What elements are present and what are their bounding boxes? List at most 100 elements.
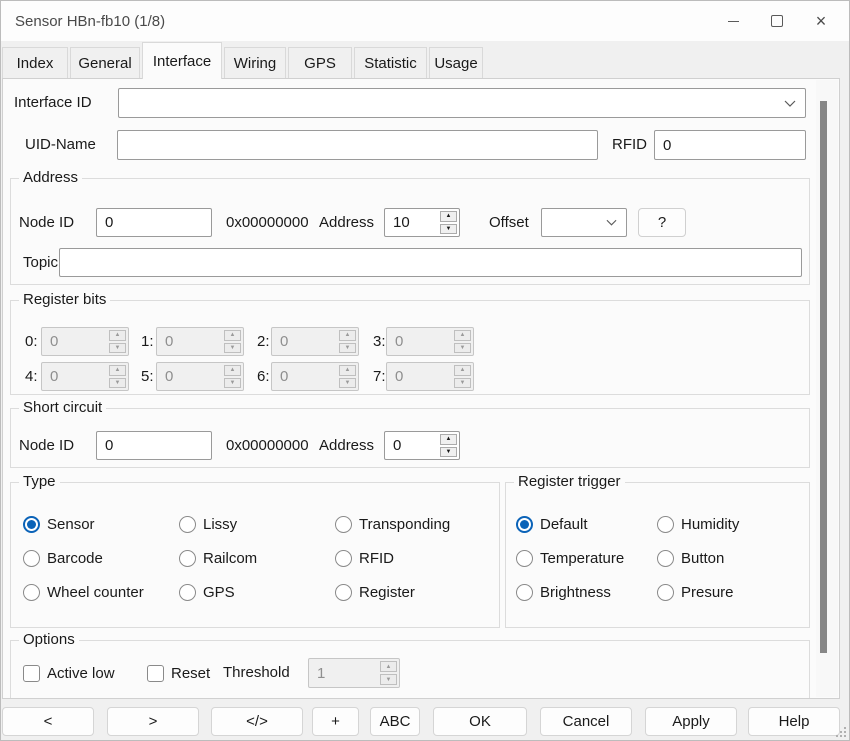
radio-sensor[interactable]: Sensor [23, 516, 179, 533]
radio-barcode[interactable]: Barcode [23, 550, 179, 567]
code-button[interactable]: </> [211, 707, 303, 736]
tab-interface[interactable]: Interface [142, 42, 222, 79]
type-radio-grid: Sensor Lissy Transponding Barcode Railco… [23, 507, 491, 609]
address-spin-buttons: ▲ ▼ [440, 211, 457, 234]
bit-3-spinbox: ▲▼ [386, 327, 474, 356]
next-button[interactable]: > [107, 707, 199, 736]
ok-button[interactable]: OK [433, 707, 527, 736]
tab-usage[interactable]: Usage [429, 47, 483, 78]
maximize-button[interactable] [755, 1, 799, 41]
radio-gps[interactable]: GPS [179, 584, 335, 601]
radio-railcom[interactable]: Railcom [179, 550, 335, 567]
minimize-button[interactable] [711, 1, 755, 41]
tab-index[interactable]: Index [2, 47, 68, 78]
sc-hex-label: 0x00000000 [226, 431, 309, 460]
bit-5-spinbox: ▲▼ [156, 362, 244, 391]
rfid-input[interactable] [654, 130, 806, 160]
radio-register[interactable]: Register [335, 584, 491, 601]
apply-button[interactable]: Apply [645, 707, 737, 736]
register-trigger-legend: Register trigger [514, 473, 625, 490]
type-group-legend: Type [19, 473, 60, 490]
options-group-legend: Options [19, 631, 79, 648]
radio-humidity[interactable]: Humidity [657, 516, 803, 533]
uid-name-input[interactable] [117, 130, 598, 160]
active-low-checkbox[interactable]: Active low [23, 658, 115, 688]
bit-0-spin-buttons: ▲▼ [109, 330, 126, 353]
tab-bar: Index General Interface Wiring GPS Stati… [2, 40, 485, 78]
spin-down-button: ▼ [380, 674, 397, 685]
radio-dot-icon [335, 550, 352, 567]
radio-dot-icon [179, 584, 196, 601]
checkbox-icon [23, 665, 40, 682]
radio-presure[interactable]: Presure [657, 584, 803, 601]
spin-down-button[interactable]: ▼ [440, 224, 457, 235]
radio-brightness[interactable]: Brightness [516, 584, 657, 601]
sc-address-label: Address [319, 431, 374, 460]
sc-address-spinbox: ▲ ▼ [384, 431, 460, 460]
bit-4-spin-buttons: ▲▼ [109, 365, 126, 388]
address-input[interactable] [385, 209, 440, 236]
tab-general[interactable]: General [70, 47, 140, 78]
radio-dot-icon [335, 584, 352, 601]
register-bits-legend: Register bits [19, 291, 110, 308]
window-title: Sensor HBn-fb10 (1/8) [15, 13, 165, 30]
topic-input[interactable] [59, 248, 802, 277]
bit-3-input [387, 328, 454, 355]
type-group: Type Sensor Lissy Transponding Barcode R… [10, 482, 500, 628]
radio-lissy[interactable]: Lissy [179, 516, 335, 533]
address-group: Address Node ID 0x00000000 Address ▲ ▼ O… [10, 178, 810, 285]
offset-combobox[interactable] [541, 208, 627, 237]
radio-button[interactable]: Button [657, 550, 803, 567]
threshold-label: Threshold [223, 658, 290, 688]
bit-2-input [272, 328, 339, 355]
spin-down-button: ▼ [224, 343, 241, 354]
resize-grip[interactable] [834, 725, 846, 737]
bit-6-input [272, 363, 339, 390]
spin-up-button: ▲ [109, 365, 126, 376]
radio-dot-icon [657, 516, 674, 533]
bit-0-spinbox: ▲▼ [41, 327, 129, 356]
bit-6-label: 6: [257, 362, 270, 391]
bit-0-label: 0: [25, 327, 38, 356]
node-id-input[interactable] [96, 208, 212, 237]
interface-id-combobox[interactable] [118, 88, 806, 118]
help-button[interactable]: Help [748, 707, 840, 736]
radio-default[interactable]: Default [516, 516, 657, 533]
scrollbar-thumb[interactable] [820, 101, 827, 653]
radio-temperature[interactable]: Temperature [516, 550, 657, 567]
node-hex-label: 0x00000000 [226, 208, 309, 237]
radio-transponding[interactable]: Transponding [335, 516, 491, 533]
tab-statistic[interactable]: Statistic [354, 47, 427, 78]
cancel-button[interactable]: Cancel [540, 707, 632, 736]
sc-node-id-input[interactable] [96, 431, 212, 460]
spin-down-button: ▼ [339, 343, 356, 354]
reset-checkbox[interactable]: Reset [147, 658, 210, 688]
radio-rfid[interactable]: RFID [335, 550, 491, 567]
radio-dot-icon [179, 516, 196, 533]
bit-7-spinbox: ▲▼ [386, 362, 474, 391]
prev-button[interactable]: < [2, 707, 94, 736]
tab-wiring[interactable]: Wiring [224, 47, 286, 78]
bit-5-label: 5: [141, 362, 154, 391]
vertical-scrollbar[interactable] [816, 80, 838, 697]
bit-2-spin-buttons: ▲▼ [339, 330, 356, 353]
uid-name-label: UID-Name [25, 130, 96, 160]
radio-wheel-counter[interactable]: Wheel counter [23, 584, 179, 601]
checkbox-icon [147, 665, 164, 682]
maximize-icon [771, 15, 783, 27]
spin-down-button[interactable]: ▼ [440, 447, 457, 458]
sc-address-input[interactable] [385, 432, 440, 459]
close-icon: × [816, 12, 827, 30]
interface-id-label: Interface ID [14, 88, 92, 118]
bit-3-label: 3: [373, 327, 386, 356]
help-question-button[interactable]: ? [638, 208, 686, 237]
add-button[interactable]: + [312, 707, 359, 736]
close-button[interactable]: × [799, 1, 843, 41]
spin-up-button[interactable]: ▲ [440, 434, 457, 445]
tab-gps[interactable]: GPS [288, 47, 352, 78]
spin-up-button[interactable]: ▲ [440, 211, 457, 222]
spin-down-button: ▼ [339, 378, 356, 389]
abc-button[interactable]: ABC [370, 707, 420, 736]
options-group: Options Active low Reset Threshold ▲ ▼ [10, 640, 810, 698]
bit-6-spin-buttons: ▲▼ [339, 365, 356, 388]
